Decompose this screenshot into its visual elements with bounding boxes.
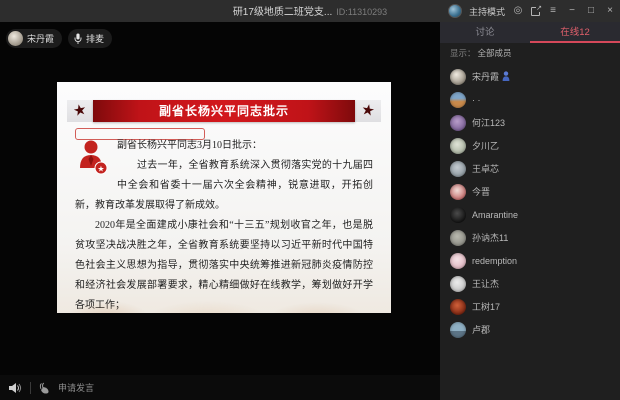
stage-bottom-bar: 申请发言	[0, 375, 440, 400]
member-name: Amarantine	[472, 210, 518, 220]
member-name: 孙讷杰11	[472, 231, 508, 244]
member-row[interactable]: 工树17	[440, 295, 620, 318]
member-row[interactable]: 王卓芯	[440, 157, 620, 180]
member-filter-row[interactable]: 显示： 全部成员	[440, 43, 620, 63]
maximize-button[interactable]: □	[585, 0, 597, 22]
presentation-slide: ★ 副省长杨兴平同志批示 ★ ★ 副省长杨兴平同志3月10日批示： 过去一年，全…	[57, 82, 391, 313]
sidebar: 讨论 在线12 显示： 全部成员 宋丹霞 · · 何江123 夕川乙	[440, 22, 620, 400]
speaker-volume-icon[interactable]	[8, 382, 22, 394]
slide-body: ★ 副省长杨兴平同志3月10日批示： 过去一年，全省教育系统深入贯彻落实党的十九…	[57, 122, 391, 313]
member-avatar	[450, 138, 466, 154]
queue-chip[interactable]: 排麦	[68, 29, 112, 48]
member-name: 宋丹霞	[472, 70, 510, 83]
member-avatar	[450, 69, 466, 85]
member-row[interactable]: 宋丹霞	[440, 65, 620, 88]
member-name: 何江123	[472, 116, 505, 129]
host-mode-label[interactable]: 主持模式	[469, 5, 505, 18]
member-row[interactable]: 卢郡	[440, 318, 620, 341]
video-stage: 宋丹霞 排麦 ★ 副省长杨兴平同志批示 ★	[0, 22, 440, 400]
slide-heading: 副省长杨兴平同志3月10日批示：	[75, 136, 373, 156]
member-name: redemption	[472, 256, 517, 266]
slide-title-banner: ★ 副省长杨兴平同志批示 ★	[67, 100, 381, 122]
member-avatar	[450, 207, 466, 223]
divider	[30, 382, 31, 394]
blue-person-emoji-icon	[502, 71, 510, 81]
menu-icon[interactable]: ≡	[547, 0, 559, 22]
room-id: ID:11310293	[336, 7, 387, 17]
member-name: 今晋	[472, 185, 490, 198]
member-avatar	[450, 115, 466, 131]
member-name: 卢郡	[472, 323, 490, 336]
queue-label: 排麦	[86, 32, 104, 45]
member-row[interactable]: 何江123	[440, 111, 620, 134]
settings-icon[interactable]: ◎	[512, 0, 524, 22]
member-avatar	[450, 299, 466, 315]
share-icon[interactable]	[531, 7, 540, 16]
raise-hand-icon[interactable]	[39, 382, 50, 394]
member-name: · ·	[472, 95, 481, 105]
user-avatar[interactable]	[448, 4, 462, 18]
slide-paragraph-2: 2020年是全面建成小康社会和“十三五”规划收官之年，也是脱贫攻坚决战决胜之年，…	[75, 216, 373, 313]
member-name: 王卓芯	[472, 162, 499, 175]
member-row[interactable]: Amarantine	[440, 203, 620, 226]
meeting-window: 研17级地质二班党支...ID:11310293 主持模式 ◎ ≡ − □ × …	[0, 0, 620, 400]
member-row[interactable]: redemption	[440, 249, 620, 272]
close-button[interactable]: ×	[604, 0, 616, 22]
member-row[interactable]: 今晋	[440, 180, 620, 203]
sidebar-tabs: 讨论 在线12	[440, 22, 620, 43]
microphone-icon	[74, 33, 82, 45]
member-avatar	[450, 161, 466, 177]
request-speak-label[interactable]: 申请发言	[58, 381, 94, 394]
member-name: 工树17	[472, 300, 500, 313]
member-name: 夕川乙	[472, 139, 499, 152]
filter-label: 显示：	[450, 47, 476, 59]
member-avatar	[450, 276, 466, 292]
official-person-icon: ★	[77, 138, 109, 178]
speaker-avatar	[8, 31, 23, 46]
tab-online[interactable]: 在线12	[530, 22, 620, 43]
star-icon: ★	[65, 98, 95, 125]
member-row[interactable]: 夕川乙	[440, 134, 620, 157]
svg-text:★: ★	[97, 165, 104, 174]
titlebar: 研17级地质二班党支... ID:11310293 主持模式 ◎ ≡ − □ ×	[0, 0, 620, 22]
slide-paragraph-1: 过去一年，全省教育系统深入贯彻落实党的十九届四中全会和省委十一届六次全会精神，锐…	[75, 156, 373, 216]
star-icon: ★	[353, 98, 382, 124]
member-avatar	[450, 322, 466, 338]
member-avatar	[450, 230, 466, 246]
member-name: 王让杰	[472, 277, 499, 290]
member-row[interactable]: 王让杰	[440, 272, 620, 295]
member-row[interactable]: · ·	[440, 88, 620, 111]
member-list: 宋丹霞 · · 何江123 夕川乙 王卓芯 今晋	[440, 63, 620, 341]
room-title: 研17级地质二班党支...	[233, 7, 332, 18]
member-avatar	[450, 92, 466, 108]
filter-value[interactable]: 全部成员	[478, 47, 512, 59]
tab-discussion[interactable]: 讨论	[440, 22, 530, 43]
member-avatar	[450, 253, 466, 269]
member-row[interactable]: 孙讷杰11	[440, 226, 620, 249]
minimize-button[interactable]: −	[566, 0, 578, 22]
speaker-name: 宋丹霞	[27, 32, 54, 45]
speaker-chip: 宋丹霞	[6, 29, 62, 48]
member-avatar	[450, 184, 466, 200]
slide-title: 副省长杨兴平同志批示	[93, 100, 355, 122]
